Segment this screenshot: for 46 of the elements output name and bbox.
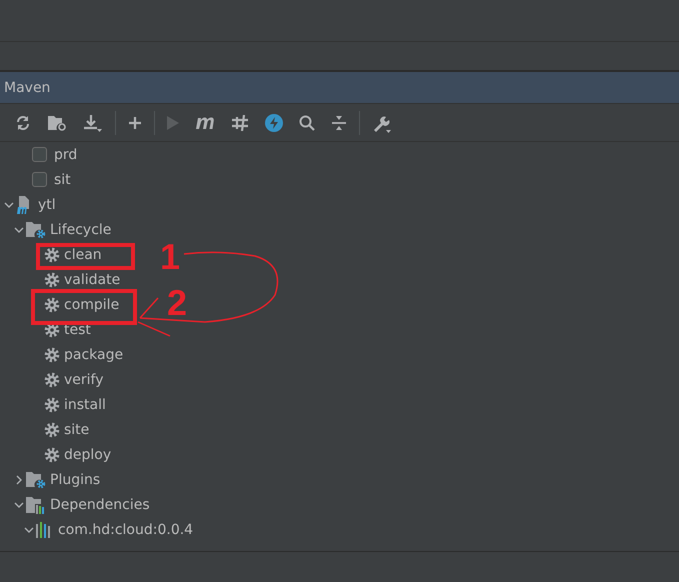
- chevron-down-icon[interactable]: [24, 524, 34, 534]
- search-icon[interactable]: [299, 114, 315, 130]
- tree-item-label[interactable]: install: [64, 396, 106, 412]
- folder-gear-icon: [26, 220, 46, 238]
- maven-m-icon[interactable]: [195, 116, 215, 130]
- folder-gear-icon: [26, 470, 46, 488]
- tree-item-label[interactable]: site: [64, 422, 90, 438]
- tree-item-label[interactable]: Plugins: [50, 472, 100, 488]
- download-icon[interactable]: [83, 114, 103, 132]
- folder-library-icon: [26, 496, 46, 514]
- tree-item-label[interactable]: com.hd:cloud:0.0.4: [58, 522, 194, 538]
- add-icon[interactable]: [128, 116, 142, 130]
- chevron-right-icon[interactable]: [14, 474, 24, 484]
- collapse-all-icon[interactable]: [331, 114, 347, 130]
- refresh-icon[interactable]: [15, 114, 31, 130]
- tree-item-label[interactable]: test: [64, 322, 91, 338]
- tree-item-label[interactable]: ytl: [38, 196, 56, 212]
- annotation-number: 2: [167, 282, 188, 323]
- checkbox[interactable]: [32, 147, 47, 162]
- tree-item-label[interactable]: package: [64, 346, 124, 362]
- gear-icon: [44, 422, 60, 438]
- gear-icon: [44, 446, 60, 462]
- gear-icon: [44, 396, 60, 412]
- gear-icon: [44, 296, 60, 312]
- folder-refresh-icon[interactable]: [47, 114, 67, 132]
- tree-item-label[interactable]: clean: [64, 246, 102, 262]
- skip-tests-icon[interactable]: [231, 114, 249, 130]
- tree-item-label[interactable]: verify: [64, 372, 104, 388]
- profile-label[interactable]: prd: [54, 146, 78, 162]
- profile-label[interactable]: sit: [54, 172, 71, 188]
- tree-item-label[interactable]: deploy: [64, 446, 112, 462]
- lightning-icon[interactable]: [265, 114, 283, 132]
- tool-window-title: Maven: [4, 80, 50, 96]
- gear-icon: [44, 272, 60, 288]
- tree-item-label[interactable]: Lifecycle: [50, 222, 112, 238]
- gear-icon: [44, 372, 60, 388]
- chevron-down-icon[interactable]: [14, 500, 24, 510]
- gear-icon: [44, 246, 60, 262]
- tree-item-label[interactable]: Dependencies: [50, 496, 150, 512]
- gear-icon: [44, 346, 60, 362]
- tree-item-label[interactable]: compile: [64, 296, 120, 312]
- chevron-down-icon[interactable]: [14, 224, 24, 234]
- tree-item-label[interactable]: validate: [64, 272, 120, 288]
- chevron-down-icon[interactable]: [4, 200, 14, 210]
- annotation-number: 1: [160, 236, 180, 277]
- checkbox[interactable]: [32, 172, 47, 187]
